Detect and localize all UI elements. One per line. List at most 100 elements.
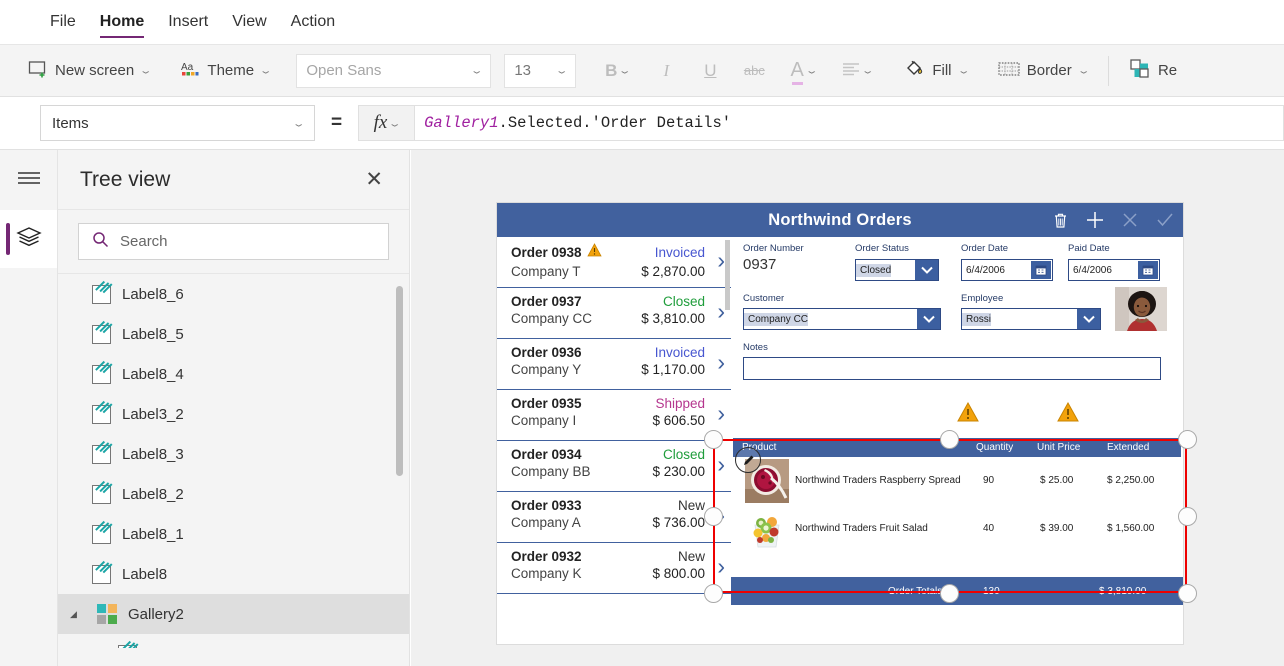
orders-gallery[interactable]: Order 0938 Invoiced Company T $ 2,870.00…	[497, 237, 731, 644]
label-icon	[92, 524, 111, 544]
paid-date-label: Paid Date	[1068, 243, 1110, 254]
resize-handle-top-left[interactable]	[704, 430, 723, 449]
resize-handle-bottom-center[interactable]	[940, 584, 959, 603]
order-number-value: 0937	[743, 256, 777, 273]
tree-search-box[interactable]	[78, 223, 389, 260]
order-list-item[interactable]: Order 0933 New Company A $ 736.00 ›	[497, 492, 731, 543]
resize-handle-middle-left[interactable]	[704, 507, 723, 526]
edit-item-badge[interactable]	[735, 447, 761, 473]
column-header-quantity: Quantity	[976, 442, 1014, 453]
tree-view-scrollbar[interactable]	[396, 286, 403, 476]
order-list-item[interactable]: Order 0934 Closed Company BB $ 230.00 ›	[497, 441, 731, 492]
close-icon[interactable]: ✕	[361, 165, 387, 194]
tree-item-label8_6[interactable]: Label8_6	[58, 274, 409, 314]
cancel-icon[interactable]	[1116, 206, 1144, 234]
border-button[interactable]: Border ⌄	[988, 54, 1098, 88]
order-list-item[interactable]: Order 0935 Shipped Company I $ 606.50 ›	[497, 390, 731, 441]
search-input[interactable]	[120, 233, 388, 250]
add-icon[interactable]	[1081, 206, 1109, 234]
resize-handle-middle-right[interactable]	[1178, 507, 1197, 526]
order-date-picker[interactable]: 6/4/2006	[961, 259, 1053, 281]
orders-scrollbar[interactable]	[725, 240, 730, 310]
order-date-field: Order Date 6/4/2006	[961, 243, 1053, 281]
rail-item-tree-view[interactable]	[0, 210, 57, 268]
menu-item-home[interactable]: Home	[88, 0, 156, 45]
calendar-icon[interactable]	[1138, 261, 1158, 279]
tree-item-label8_4[interactable]: Label8_4	[58, 354, 409, 394]
strikethrough-button[interactable]: abc	[732, 54, 776, 88]
chevron-down-icon[interactable]	[1077, 309, 1100, 329]
order-list-item[interactable]: Order 0937 Closed Company CC $ 3,810.00 …	[497, 288, 731, 339]
twisty-collapse-icon[interactable]: ◢	[70, 609, 82, 620]
theme-button[interactable]: Aa Theme ⌄	[170, 54, 280, 88]
formula-input[interactable]: Gallery1 .Selected.'Order Details'	[414, 105, 1284, 141]
menu-item-file[interactable]: File	[38, 0, 88, 45]
tree-item-label8_2[interactable]: Label8_2	[58, 474, 409, 514]
order-amount: $ 230.00	[652, 464, 705, 479]
menu-item-insert[interactable]: Insert	[156, 0, 220, 45]
tree-item-label: Label8_5	[122, 325, 184, 343]
fill-button[interactable]: Fill ⌄	[894, 54, 977, 88]
fx-button[interactable]: fx ⌄	[358, 105, 415, 141]
calendar-icon[interactable]	[1031, 261, 1051, 279]
tree-view-panel: Tree view ✕ Label8_6 Label8_5	[58, 150, 410, 666]
equals-sign: =	[331, 112, 343, 133]
tree-item-label8_1[interactable]: Label8_1	[58, 514, 409, 554]
tree-item-label: Label3_2	[122, 405, 184, 423]
customer-dropdown[interactable]: Company CC	[743, 308, 941, 330]
chevron-right-icon[interactable]: ›	[717, 555, 725, 578]
reorder-button[interactable]: Re	[1119, 54, 1187, 88]
order-totals-quantity: 130	[983, 586, 1000, 597]
resize-handle-top-right[interactable]	[1178, 430, 1197, 449]
chevron-down-icon[interactable]	[915, 260, 938, 280]
order-list-item[interactable]: Order 0932 New Company K $ 800.00 ›	[497, 543, 731, 594]
order-details-gallery[interactable]: Product Quantity Unit Price Extended Nor…	[733, 438, 1181, 586]
font-size-select[interactable]: 13 ⌄	[504, 53, 577, 88]
menu-item-action[interactable]: Action	[279, 0, 347, 45]
font-color-button[interactable]: A ⌄	[776, 54, 830, 88]
paid-date-value: 6/4/2006	[1073, 264, 1112, 276]
chevron-right-icon[interactable]: ›	[717, 402, 725, 425]
menu-item-view[interactable]: View	[220, 0, 278, 45]
underline-button[interactable]: U	[688, 54, 732, 88]
tree-item-label7[interactable]: Label7	[58, 634, 409, 648]
resize-handle-top-center[interactable]	[940, 430, 959, 449]
delete-icon[interactable]	[1046, 206, 1074, 234]
notes-field: Notes	[743, 342, 1161, 380]
chevron-right-icon[interactable]: ›	[717, 249, 725, 272]
new-screen-button[interactable]: New screen ⌄	[18, 54, 160, 88]
font-family-select[interactable]: Open Sans ⌄	[296, 53, 492, 88]
tree-item-gallery2[interactable]: ◢ Gallery2	[58, 594, 409, 634]
resize-handle-bottom-right[interactable]	[1178, 584, 1197, 603]
italic-button[interactable]: I	[644, 54, 688, 88]
label-icon	[92, 324, 111, 344]
order-status-dropdown[interactable]: Closed	[855, 259, 939, 281]
new-screen-icon	[28, 59, 48, 83]
chevron-right-icon[interactable]: ›	[717, 453, 725, 476]
paid-date-picker[interactable]: 6/4/2006	[1068, 259, 1160, 281]
tree-view-header: Tree view ✕	[58, 150, 409, 210]
employee-dropdown[interactable]: Rossi	[961, 308, 1101, 330]
tree-item-label8[interactable]: Label8	[58, 554, 409, 594]
tree-item-label8_5[interactable]: Label8_5	[58, 314, 409, 354]
order-detail-row[interactable]: Northwind Traders Raspberry Spread 90 $ …	[733, 457, 1181, 505]
customer-field: Customer Company CC	[743, 293, 941, 330]
quantity-warning-icon	[957, 401, 979, 427]
order-detail-row[interactable]: Northwind Traders Fruit Salad 40 $ 39.00…	[733, 505, 1181, 553]
tree-item-label8_3[interactable]: Label8_3	[58, 434, 409, 474]
text-align-button[interactable]: ⌄	[830, 54, 884, 88]
property-select[interactable]: Items ⌄	[40, 105, 315, 141]
order-id: Order 0936	[511, 345, 582, 360]
order-company: Company T	[511, 264, 581, 279]
order-list-item[interactable]: Order 0938 Invoiced Company T $ 2,870.00…	[497, 237, 731, 288]
chevron-down-icon[interactable]	[917, 309, 940, 329]
chevron-right-icon[interactable]: ›	[717, 351, 725, 374]
hamburger-menu-button[interactable]	[0, 150, 57, 210]
resize-handle-bottom-left[interactable]	[704, 584, 723, 603]
confirm-icon[interactable]	[1151, 206, 1179, 234]
chevron-right-icon[interactable]: ›	[717, 300, 725, 323]
bold-button[interactable]: B ⌄	[590, 54, 644, 88]
notes-input[interactable]	[743, 357, 1161, 380]
tree-item-label3_2[interactable]: Label3_2	[58, 394, 409, 434]
order-list-item[interactable]: Order 0936 Invoiced Company Y $ 1,170.00…	[497, 339, 731, 390]
